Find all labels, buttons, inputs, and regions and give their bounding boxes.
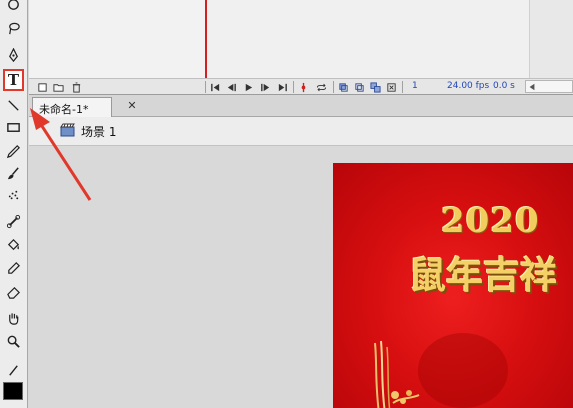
document-tab[interactable]: 未命名-1* [32, 97, 112, 117]
paint-bucket-icon[interactable] [3, 235, 24, 255]
new-layer-icon[interactable] [36, 80, 48, 94]
close-tab-icon[interactable]: ✕ [126, 100, 138, 112]
stroke-color-swatch[interactable] [3, 382, 23, 400]
scene-clapper-icon [60, 123, 75, 137]
edit-multiple-frames-icon[interactable] [369, 80, 381, 94]
line-tool-icon[interactable] [3, 95, 24, 115]
modify-markers-icon[interactable] [385, 80, 397, 94]
timeline-vertical-scrollbar[interactable] [529, 0, 573, 78]
greeting-text: 鼠年吉祥 [409, 253, 557, 297]
stroke-color-icon[interactable] [3, 360, 24, 380]
scene-label[interactable]: 场景 1 [81, 123, 116, 140]
layer-list[interactable] [29, 0, 207, 78]
center-frame-icon[interactable] [297, 80, 309, 94]
go-to-last-frame-icon[interactable] [276, 80, 288, 94]
step-forward-icon[interactable] [259, 80, 271, 94]
brush-tool-icon[interactable] [3, 163, 24, 183]
current-frame[interactable]: 1 [412, 81, 418, 91]
pen-tool-icon[interactable] [3, 45, 24, 65]
timeline-panel [29, 0, 573, 78]
rectangle-tool-icon[interactable] [3, 117, 24, 137]
zoom-tool-icon[interactable] [3, 331, 24, 351]
loop-icon[interactable] [313, 80, 329, 94]
document-tab-bar: 未命名-1* ✕ [29, 95, 573, 117]
hand-tool-icon[interactable] [3, 308, 24, 328]
edit-bar: 场景 1 [29, 117, 573, 146]
text-tool-icon[interactable]: T [3, 69, 24, 91]
gold-ornament-graphic [374, 340, 420, 408]
lasso-tool-icon[interactable] [3, 18, 24, 38]
play-icon[interactable] [242, 80, 254, 94]
timeline-horizontal-scrollbar[interactable] [525, 80, 573, 93]
ellipse-select-icon[interactable] [3, 0, 24, 14]
new-folder-icon[interactable] [52, 80, 64, 94]
pencil-tool-icon[interactable] [3, 141, 24, 161]
eraser-icon[interactable] [3, 282, 24, 302]
step-back-icon[interactable] [225, 80, 237, 94]
timeline-controls: 1 24.00 fps 0.0 s [29, 78, 573, 95]
document-tab-title: 未命名-1* [39, 103, 89, 116]
delete-layer-icon[interactable] [70, 80, 82, 94]
stage-pasteboard[interactable]: 2020 鼠年吉祥 [29, 146, 573, 408]
frame-rate[interactable]: 24.00 fps [447, 81, 489, 91]
bone-tool-icon[interactable] [3, 211, 24, 231]
tools-panel: T [0, 0, 28, 408]
eyedropper-icon[interactable] [3, 258, 24, 278]
elapsed-time: 0.0 s [493, 81, 515, 91]
onion-skin-icon[interactable] [337, 80, 349, 94]
spray-brush-icon[interactable] [3, 184, 24, 204]
year-text: 2020 [441, 201, 540, 241]
go-to-first-frame-icon[interactable] [209, 80, 221, 94]
stage-canvas[interactable]: 2020 鼠年吉祥 [333, 163, 573, 408]
onion-skin-outlines-icon[interactable] [353, 80, 365, 94]
